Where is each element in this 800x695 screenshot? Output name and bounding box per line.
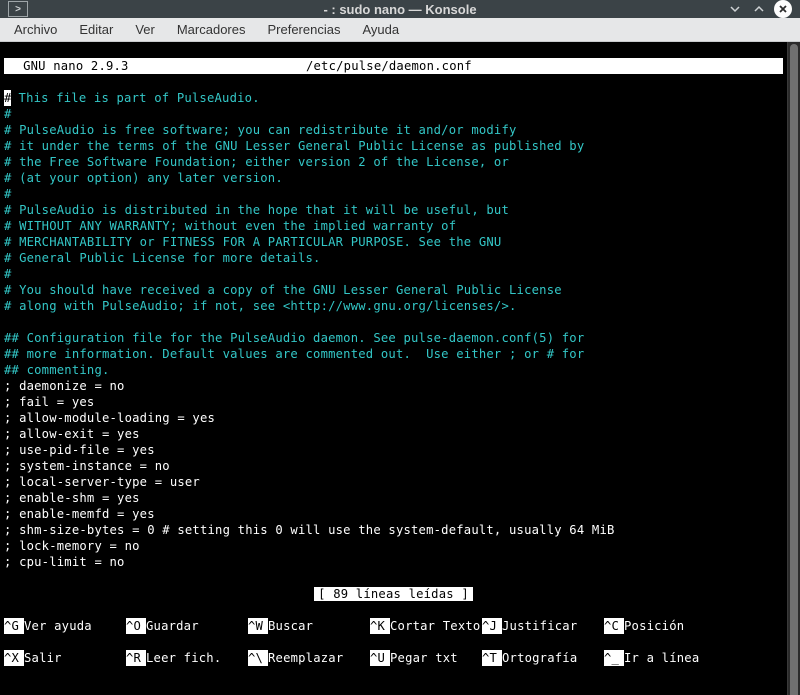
- file-line: ## Configuration file for the PulseAudio…: [4, 331, 584, 345]
- shortcut-row-2: ^X Salir^R Leer fich.^\ Reemplazar^U Peg…: [4, 650, 783, 666]
- cursor: #: [4, 90, 11, 106]
- file-line: ; lock-memory = no: [4, 539, 140, 553]
- file-line: # MERCHANTABILITY or FITNESS FOR A PARTI…: [4, 235, 501, 249]
- file-line: ; cpu-limit = no: [4, 555, 125, 569]
- file-line: ; allow-module-loading = yes: [4, 411, 215, 425]
- close-button[interactable]: [774, 0, 792, 18]
- menu-ayuda[interactable]: Ayuda: [360, 18, 401, 41]
- file-line: ## more information. Default values are …: [4, 347, 584, 361]
- sc-key: ^_: [604, 650, 624, 666]
- file-line: ; system-instance = no: [4, 459, 170, 473]
- sc-label: Cortar Texto: [390, 618, 482, 634]
- sc-label: Ir a línea: [624, 650, 726, 666]
- nano-status-line: [ 89 líneas leídas ]: [4, 586, 783, 602]
- konsole-window: > - : sudo nano — Konsole Archivo Editar…: [0, 0, 800, 695]
- file-line: ; fail = yes: [4, 395, 94, 409]
- sc-key: ^C: [604, 618, 624, 634]
- sc-key: ^J: [482, 618, 502, 634]
- sc-label: Salir: [24, 650, 126, 666]
- file-line: ; shm-size-bytes = 0 # setting this 0 wi…: [4, 523, 615, 537]
- file-line: # it under the terms of the GNU Lesser G…: [4, 139, 584, 153]
- file-line: #: [4, 267, 12, 281]
- file-line: # PulseAudio is free software; you can r…: [4, 123, 517, 137]
- file-line: # (at your option) any later version.: [4, 171, 283, 185]
- sc-label: Posición: [624, 618, 726, 634]
- window-title: - : sudo nano — Konsole: [88, 2, 712, 17]
- sc-label: Justificar: [502, 618, 604, 634]
- sc-key: ^K: [370, 618, 390, 634]
- file-line: # PulseAudio is distributed in the hope …: [4, 203, 509, 217]
- menu-editar[interactable]: Editar: [77, 18, 115, 41]
- sc-label: Ver ayuda: [24, 618, 126, 634]
- file-line: # along with PulseAudio; if not, see <ht…: [4, 299, 517, 313]
- sc-key: ^R: [126, 650, 146, 666]
- menubar: Archivo Editar Ver Marcadores Preferenci…: [0, 18, 800, 42]
- titlebar[interactable]: > - : sudo nano — Konsole: [0, 0, 800, 18]
- file-line: ## commenting.: [4, 363, 110, 377]
- sc-label: Buscar: [268, 618, 370, 634]
- nano-header: GNU nano 2.9.3 /etc/pulse/daemon.conf: [4, 58, 783, 74]
- minimize-button[interactable]: [726, 0, 744, 18]
- sc-label: Leer fich.: [146, 650, 248, 666]
- file-line: ; enable-shm = yes: [4, 491, 140, 505]
- menu-marcadores[interactable]: Marcadores: [175, 18, 248, 41]
- file-line: ; use-pid-file = yes: [4, 443, 155, 457]
- file-line: # You should have received a copy of the…: [4, 283, 562, 297]
- sc-label: Pegar txt: [390, 650, 482, 666]
- file-line: #: [4, 187, 12, 201]
- shortcut-row-1: ^G Ver ayuda^O Guardar^W Buscar^K Cortar…: [4, 618, 783, 634]
- file-line: # the Free Software Foundation; either v…: [4, 155, 509, 169]
- file-line: This file is part of PulseAudio.: [11, 91, 260, 105]
- file-line: # General Public License for more detail…: [4, 251, 321, 265]
- scrollbar[interactable]: [787, 42, 800, 695]
- sc-key: ^O: [126, 618, 146, 634]
- sc-key: ^\: [248, 650, 268, 666]
- app-menu-icon[interactable]: >: [8, 1, 28, 17]
- nano-version: GNU nano 2.9.3: [4, 58, 133, 74]
- sc-label: Ortografía: [502, 650, 604, 666]
- file-line: #: [4, 107, 12, 121]
- maximize-button[interactable]: [750, 0, 768, 18]
- menu-preferencias[interactable]: Preferencias: [265, 18, 342, 41]
- file-line: ; local-server-type = user: [4, 475, 200, 489]
- file-line: ; daemonize = no: [4, 379, 125, 393]
- file-line: ; allow-exit = yes: [4, 427, 140, 441]
- terminal[interactable]: GNU nano 2.9.3 /etc/pulse/daemon.conf # …: [0, 42, 787, 695]
- file-line: ; enable-memfd = yes: [4, 507, 155, 521]
- sc-key: ^U: [370, 650, 390, 666]
- nano-filename: /etc/pulse/daemon.conf: [133, 58, 783, 74]
- file-line: # WITHOUT ANY WARRANTY; without even the…: [4, 219, 456, 233]
- sc-label: Reemplazar: [268, 650, 370, 666]
- sc-key: ^G: [4, 618, 24, 634]
- menu-archivo[interactable]: Archivo: [12, 18, 59, 41]
- menu-ver[interactable]: Ver: [133, 18, 157, 41]
- sc-key: ^T: [482, 650, 502, 666]
- editor-content[interactable]: # This file is part of PulseAudio. # # P…: [4, 90, 783, 570]
- sc-label: Guardar: [146, 618, 248, 634]
- scrollbar-thumb[interactable]: [790, 44, 798, 695]
- sc-key: ^W: [248, 618, 268, 634]
- terminal-wrapper: GNU nano 2.9.3 /etc/pulse/daemon.conf # …: [0, 42, 800, 695]
- sc-key: ^X: [4, 650, 24, 666]
